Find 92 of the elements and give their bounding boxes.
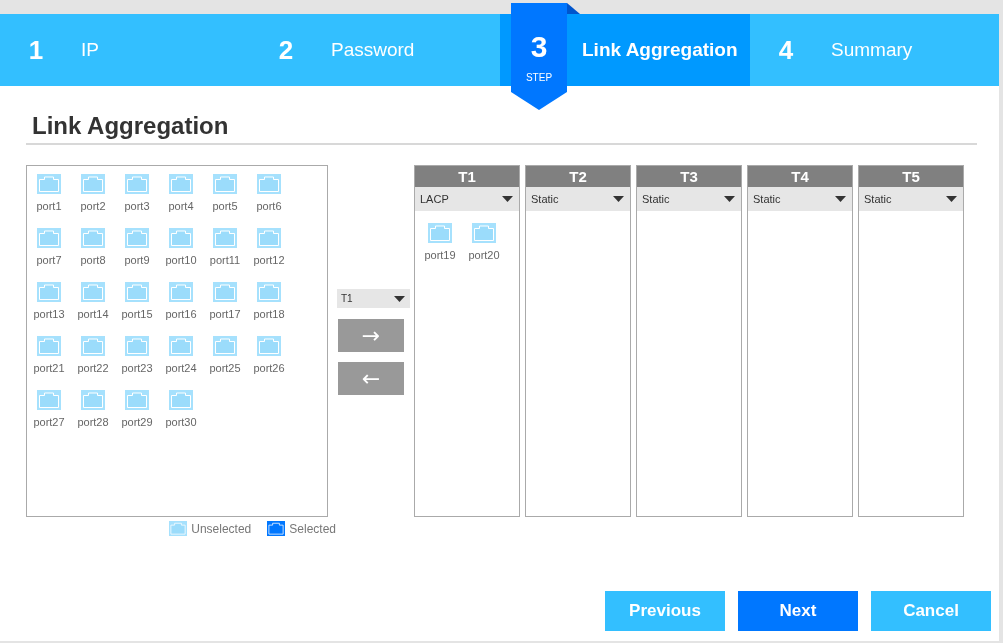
step-number: 2 (277, 35, 295, 65)
trunk-header: T3 (637, 166, 741, 187)
port-label: port18 (253, 308, 285, 321)
step-label: Summary (831, 39, 913, 61)
page-title: Link Aggregation (32, 112, 229, 139)
port-label: port24 (165, 362, 197, 375)
port-label: port17 (209, 308, 241, 321)
ethernet-port-icon[interactable] (37, 282, 61, 302)
ethernet-port-icon[interactable] (213, 174, 237, 194)
caret-icon (394, 295, 405, 302)
ethernet-port-icon[interactable] (257, 174, 281, 194)
step-label: Link Aggregation (582, 39, 738, 61)
ethernet-port-icon[interactable] (81, 390, 105, 410)
step-number: 1 (27, 35, 45, 65)
ethernet-port-icon[interactable] (213, 336, 237, 356)
port-label: port5 (212, 200, 238, 213)
port-label: port22 (77, 362, 109, 375)
ethernet-port-icon[interactable] (169, 390, 193, 410)
port-label: port30 (165, 416, 197, 429)
port-label: port3 (124, 200, 150, 213)
port-label: port8 (80, 254, 106, 267)
ethernet-port-icon[interactable] (428, 223, 452, 243)
trunk-header: T1 (415, 166, 519, 187)
mode-dropdown[interactable]: Static (859, 187, 963, 211)
trunk-header: T2 (526, 166, 630, 187)
step-number: 4 (777, 35, 795, 65)
ethernet-port-icon[interactable] (213, 282, 237, 302)
ethernet-port-icon[interactable] (169, 336, 193, 356)
ethernet-port-icon (267, 521, 286, 536)
port-label: port12 (253, 254, 285, 267)
ethernet-port-icon[interactable] (125, 228, 149, 248)
legend-label: Selected (289, 521, 336, 536)
port-label: port9 (124, 254, 150, 267)
port-label: port27 (33, 416, 65, 429)
port-label: port25 (209, 362, 241, 375)
trunk-header: T4 (748, 166, 852, 187)
ethernet-port-icon[interactable] (125, 390, 149, 410)
port-label: port14 (77, 308, 109, 321)
caret-icon (835, 196, 846, 202)
ethernet-port-icon[interactable] (257, 282, 281, 302)
trunk-header: T5 (859, 166, 963, 187)
legend-label: Unselected (191, 521, 252, 536)
ethernet-port-icon (169, 521, 188, 536)
ethernet-port-icon[interactable] (257, 228, 281, 248)
port-label: port28 (77, 416, 109, 429)
port-label: port6 (256, 200, 282, 213)
ethernet-port-icon[interactable] (125, 336, 149, 356)
step-caption: STEP (525, 72, 553, 84)
port-label: port13 (33, 308, 65, 321)
ethernet-port-icon[interactable] (169, 282, 193, 302)
caret-icon (613, 196, 624, 202)
ethernet-port-icon[interactable] (169, 174, 193, 194)
mode-dropdown[interactable]: Static (748, 187, 852, 211)
port-label: port20 (468, 249, 500, 262)
port-label: port19 (424, 249, 456, 262)
ethernet-port-icon[interactable] (37, 228, 61, 248)
ethernet-port-icon[interactable] (125, 282, 149, 302)
trunk-dropdown[interactable]: T1 (337, 289, 410, 308)
port-label: port1 (36, 200, 62, 213)
next-button[interactable]: Next (738, 591, 858, 631)
ethernet-port-icon[interactable] (81, 282, 105, 302)
port-label: port16 (165, 308, 197, 321)
ethernet-port-icon[interactable] (169, 228, 193, 248)
caret-icon (946, 196, 957, 202)
port-label: port26 (253, 362, 285, 375)
ethernet-port-icon[interactable] (81, 336, 105, 356)
port-label: port29 (121, 416, 153, 429)
ethernet-port-icon[interactable] (213, 228, 237, 248)
port-label: port10 (165, 254, 197, 267)
port-label: port7 (36, 254, 62, 267)
ethernet-port-icon[interactable] (125, 174, 149, 194)
ethernet-port-icon[interactable] (81, 174, 105, 194)
step-number: 3 (530, 30, 548, 64)
ethernet-port-icon[interactable] (257, 336, 281, 356)
port-label: port15 (121, 308, 153, 321)
mode-dropdown[interactable]: Static (526, 187, 630, 211)
ethernet-port-icon[interactable] (37, 174, 61, 194)
ethernet-port-icon[interactable] (37, 336, 61, 356)
ethernet-port-icon[interactable] (472, 223, 496, 243)
port-label: port21 (33, 362, 65, 375)
step-label: Password (331, 39, 415, 61)
caret-icon (502, 196, 513, 202)
ethernet-port-icon[interactable] (81, 228, 105, 248)
ethernet-port-icon[interactable] (37, 390, 61, 410)
port-label: port4 (168, 200, 194, 213)
step-label: IP (81, 39, 99, 61)
port-label: port2 (80, 200, 106, 213)
port-label: port23 (121, 362, 153, 375)
caret-icon (724, 196, 735, 202)
mode-dropdown[interactable]: Static (637, 187, 741, 211)
mode-dropdown[interactable]: LACP (415, 187, 519, 211)
port-label: port11 (209, 254, 241, 267)
